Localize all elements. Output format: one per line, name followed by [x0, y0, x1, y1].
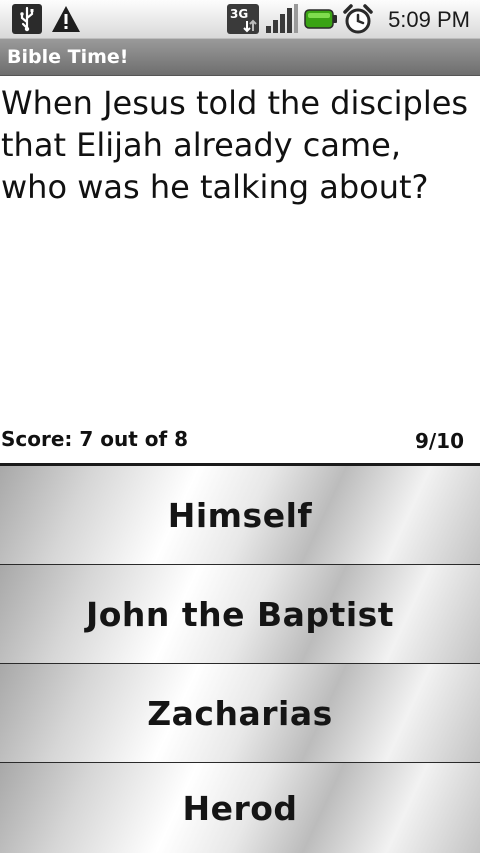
- answer-button-4[interactable]: Herod: [0, 763, 480, 853]
- app-title: Bible Time!: [7, 46, 129, 68]
- status-clock: 5:09 PM: [388, 7, 470, 32]
- answer-label: John the Baptist: [85, 594, 395, 634]
- app-screen: 3G 5:09 PM Bible Time! When Jesus told t…: [0, 0, 480, 854]
- answer-button-1[interactable]: Himself: [0, 466, 480, 565]
- alarm-clock-icon: [342, 4, 374, 34]
- status-bar: 3G 5:09 PM: [0, 0, 480, 39]
- answer-label: Herod: [182, 788, 298, 828]
- svg-text:3G: 3G: [230, 7, 248, 21]
- question-progress: 9/10: [414, 429, 464, 453]
- warning-icon: [50, 4, 82, 34]
- usb-icon: [12, 4, 42, 34]
- 3g-icon: 3G: [227, 4, 259, 34]
- signal-strength-icon: [265, 4, 299, 34]
- app-title-bar: Bible Time!: [0, 39, 480, 76]
- answer-label: Himself: [167, 495, 313, 535]
- battery-icon: [304, 4, 338, 34]
- answer-list: Himself John the Baptist Zacharias Herod: [0, 466, 480, 853]
- question-text: When Jesus told the disciples that Elija…: [1, 84, 469, 206]
- answer-label: Zacharias: [147, 693, 333, 733]
- answer-button-2[interactable]: John the Baptist: [0, 565, 480, 664]
- answer-button-3[interactable]: Zacharias: [0, 664, 480, 763]
- score-label: Score: 7 out of 8: [1, 427, 189, 451]
